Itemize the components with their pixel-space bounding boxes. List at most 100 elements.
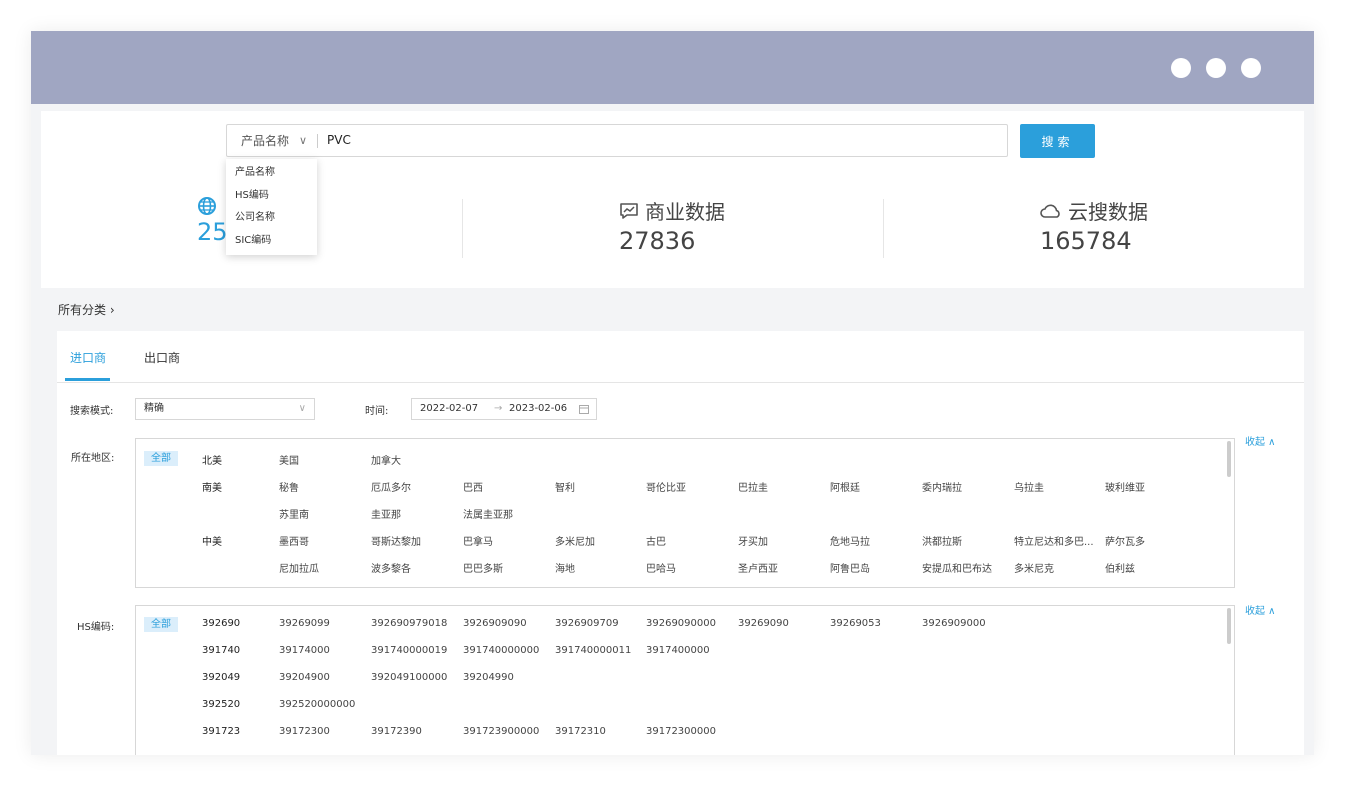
stat-cloud[interactable]: 云搜数据 165784: [1040, 196, 1314, 255]
region-option[interactable]: 哥伦比亚: [646, 479, 686, 494]
region-option[interactable]: 伯利兹: [1105, 560, 1135, 575]
region-option[interactable]: 苏里南: [279, 506, 309, 521]
hs-code-option[interactable]: 391723900000: [463, 726, 539, 737]
search-input[interactable]: PVC: [327, 125, 351, 156]
hs-code-option[interactable]: 39269053: [830, 618, 881, 629]
region-option[interactable]: 阿根廷: [830, 479, 860, 494]
chat-chart-icon: [620, 202, 638, 219]
stat-value: 27836: [619, 227, 696, 255]
hs-code-option[interactable]: 39269090000: [646, 618, 716, 629]
stat-business[interactable]: 商业数据 27836: [619, 196, 919, 255]
search-type-select[interactable]: 产品名称 ∨: [227, 125, 317, 156]
dropdown-option[interactable]: 产品名称: [226, 162, 317, 185]
hs-code-option[interactable]: 3926909000: [922, 618, 986, 629]
hs-code-option[interactable]: 39172390: [371, 726, 422, 737]
region-option[interactable]: 牙买加: [738, 533, 768, 548]
hs-code-option[interactable]: 391740000000: [463, 645, 539, 656]
hs-code-option[interactable]: 3926909709: [555, 618, 619, 629]
date-end[interactable]: 2023-02-06: [509, 399, 567, 419]
hs-code-option[interactable]: 39204900: [279, 672, 330, 683]
hs-code-option[interactable]: 39172300: [279, 726, 330, 737]
date-start[interactable]: 2022-02-07: [420, 399, 478, 419]
region-option[interactable]: 古巴: [646, 533, 666, 548]
region-label: 所在地区:: [71, 453, 115, 464]
region-option[interactable]: 萨尔瓦多: [1105, 533, 1145, 548]
region-group[interactable]: 北美: [202, 452, 222, 467]
region-option[interactable]: 安提瓜和巴布达: [922, 560, 992, 575]
hs-code-option[interactable]: 39172300000: [646, 726, 716, 737]
hs-code-option[interactable]: 39172310: [555, 726, 606, 737]
search-mode-select[interactable]: 精确 ∨: [135, 398, 315, 420]
hs-code-option[interactable]: 39204990: [463, 672, 514, 683]
region-option[interactable]: 加拿大: [371, 452, 401, 467]
hs-group[interactable]: 392520: [202, 699, 240, 710]
region-option[interactable]: 巴拿马: [463, 533, 493, 548]
hs-code-option[interactable]: 39269099: [279, 618, 330, 629]
region-collapse-button[interactable]: 收起 ∧: [1245, 433, 1276, 448]
chevron-down-icon: ∨: [298, 403, 306, 414]
search-box[interactable]: 产品名称 ∨ PVC: [226, 124, 1008, 157]
hs-group[interactable]: 391723: [202, 726, 240, 737]
dropdown-option[interactable]: 公司名称: [226, 207, 317, 230]
breadcrumb-label[interactable]: 所有分类: [58, 303, 106, 317]
region-option[interactable]: 哥斯达黎加: [371, 533, 421, 548]
region-option[interactable]: 多米尼加: [555, 533, 595, 548]
region-option[interactable]: 巴拉圭: [738, 479, 768, 494]
hs-all-button[interactable]: 全部: [144, 617, 178, 632]
region-option[interactable]: 危地马拉: [830, 533, 870, 548]
region-option[interactable]: 尼加拉瓜: [279, 560, 319, 575]
window-dot-1[interactable]: [1171, 58, 1191, 78]
dropdown-option[interactable]: HS编码: [226, 185, 317, 208]
window-dot-2[interactable]: [1206, 58, 1226, 78]
region-option[interactable]: 阿鲁巴岛: [830, 560, 870, 575]
hs-code-option[interactable]: 3917400000: [646, 645, 710, 656]
region-option[interactable]: 波多黎各: [371, 560, 411, 575]
region-option[interactable]: 美国: [279, 452, 299, 467]
hs-code-option[interactable]: 39174000: [279, 645, 330, 656]
date-range-picker[interactable]: 2022-02-07 → 2023-02-06: [411, 398, 597, 420]
search-card: 产品名称 ∨ PVC 搜索 产品名称 HS编码 公司名称 SIC编码 25 商业…: [41, 111, 1304, 288]
dropdown-option[interactable]: SIC编码: [226, 230, 317, 253]
region-group[interactable]: 中美: [202, 533, 222, 548]
calendar-icon: [579, 405, 589, 414]
hs-collapse-button[interactable]: 收起 ∧: [1245, 602, 1276, 617]
region-all-button[interactable]: 全部: [144, 451, 178, 466]
region-option[interactable]: 洪都拉斯: [922, 533, 962, 548]
hs-code-option[interactable]: 391740000011: [555, 645, 631, 656]
hs-code-option[interactable]: 3926909090: [463, 618, 527, 629]
breadcrumb[interactable]: 所有分类 ›: [58, 301, 115, 318]
region-option[interactable]: 秘鲁: [279, 479, 299, 494]
tab-importers[interactable]: 进口商: [70, 349, 106, 366]
region-option[interactable]: 智利: [555, 479, 575, 494]
region-option[interactable]: 海地: [555, 560, 575, 575]
region-option[interactable]: 圣卢西亚: [738, 560, 778, 575]
region-option[interactable]: 巴巴多斯: [463, 560, 503, 575]
region-option[interactable]: 巴哈马: [646, 560, 676, 575]
region-option[interactable]: 委内瑞拉: [922, 479, 962, 494]
region-option[interactable]: 巴西: [463, 479, 483, 494]
hs-code-option[interactable]: 392690979018: [371, 618, 447, 629]
hs-group[interactable]: 391740: [202, 645, 240, 656]
scrollbar-thumb[interactable]: [1227, 441, 1231, 477]
hs-group[interactable]: 392049: [202, 672, 240, 683]
region-option[interactable]: 圭亚那: [371, 506, 401, 521]
region-option[interactable]: 特立尼达和多巴...: [1014, 533, 1094, 548]
region-option[interactable]: 多米尼克: [1014, 560, 1054, 575]
region-option[interactable]: 玻利维亚: [1105, 479, 1145, 494]
hs-group[interactable]: 392690: [202, 618, 240, 629]
region-group[interactable]: 南美: [202, 479, 222, 494]
region-option[interactable]: 墨西哥: [279, 533, 309, 548]
hs-code-option[interactable]: 391740000019: [371, 645, 447, 656]
region-option[interactable]: 乌拉圭: [1014, 479, 1044, 494]
chevron-down-icon: ∨: [299, 134, 308, 147]
region-option[interactable]: 法属圭亚那: [463, 506, 513, 521]
window-dot-3[interactable]: [1241, 58, 1261, 78]
region-option[interactable]: 厄瓜多尔: [371, 479, 411, 494]
hs-code-option[interactable]: 392520000000: [279, 699, 355, 710]
hs-code-option[interactable]: 39269090: [738, 618, 789, 629]
search-mode-value: 精确: [144, 403, 164, 414]
search-button[interactable]: 搜索: [1020, 124, 1095, 158]
scrollbar-thumb[interactable]: [1227, 608, 1231, 644]
hs-code-option[interactable]: 392049100000: [371, 672, 447, 683]
tab-exporters[interactable]: 出口商: [144, 349, 180, 366]
